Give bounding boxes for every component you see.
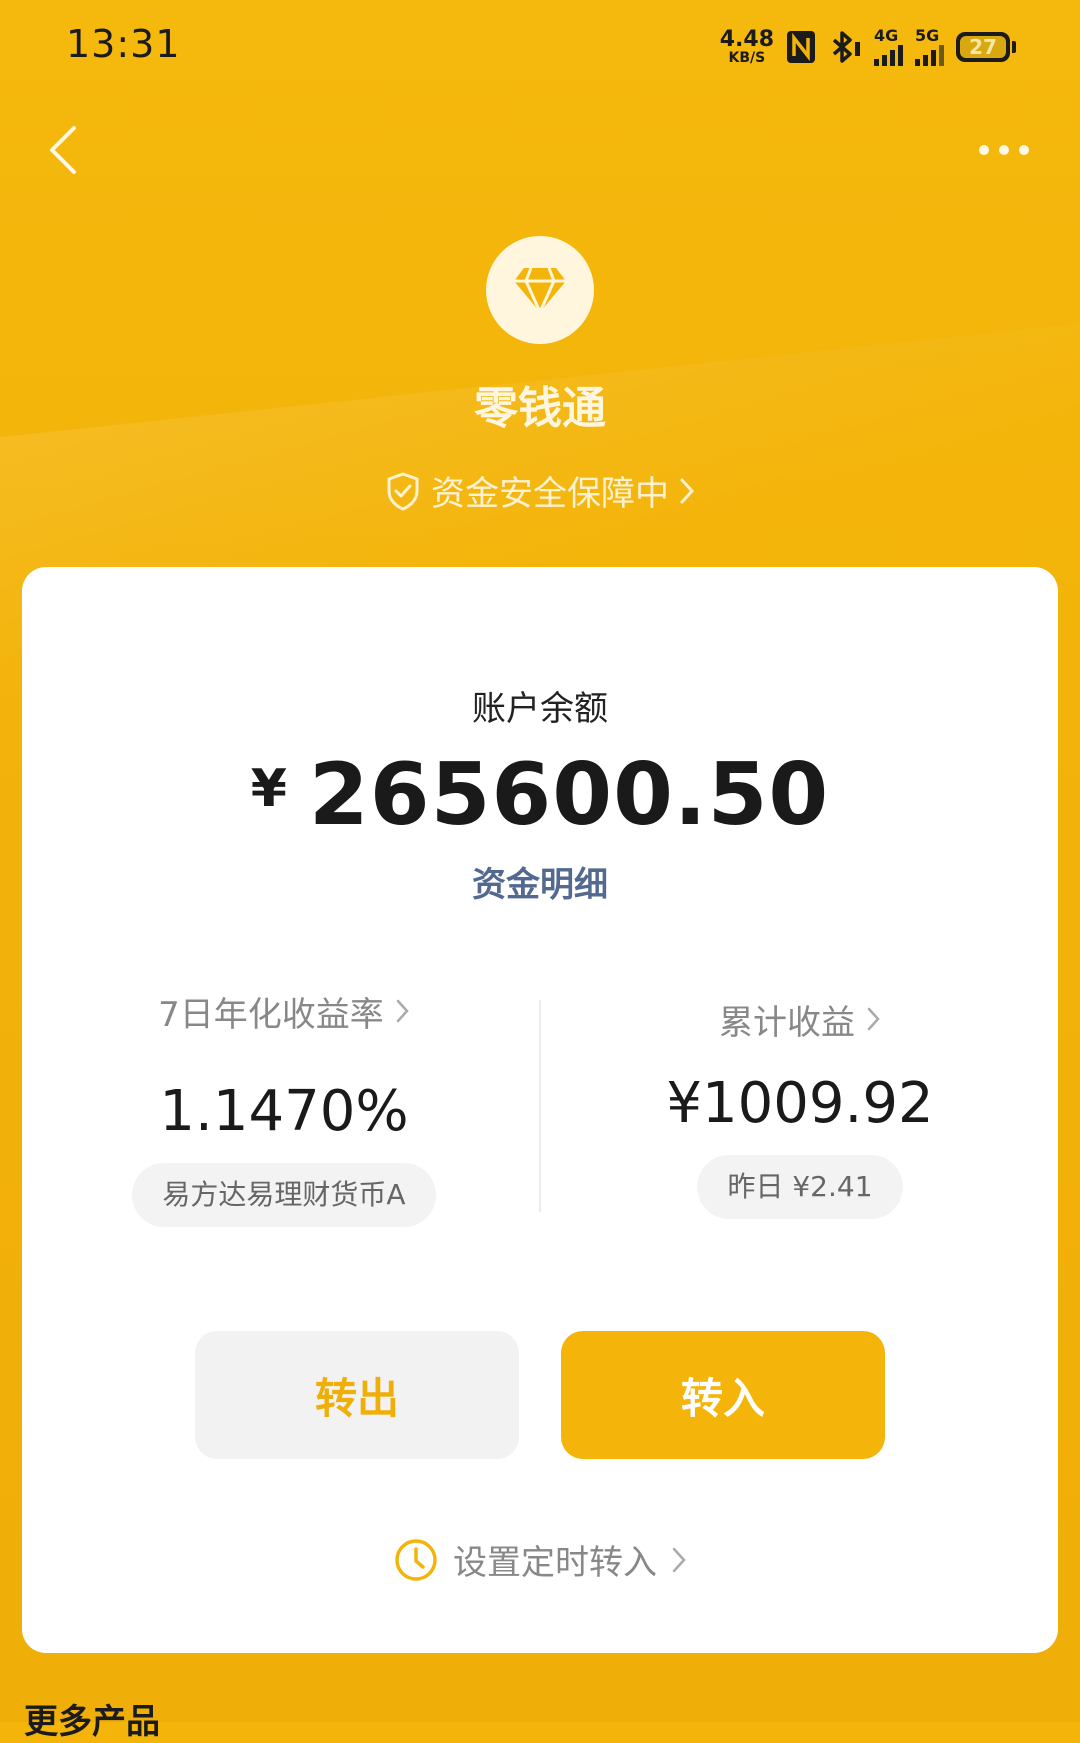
yield-stat: 7日年化收益率 1.1470% 易方达易理财货币A: [74, 987, 494, 1227]
balance-label: 账户余额: [472, 689, 608, 729]
earnings-title: 累计收益: [719, 1002, 855, 1043]
nfc-icon: [787, 31, 815, 63]
chevron-right-icon: [867, 1007, 880, 1031]
balance-amount: ¥ 265600.50: [22, 745, 1058, 845]
bluetooth-icon: [832, 31, 860, 63]
signal-4g: 4G: [874, 28, 903, 66]
signal-5g-bars: [915, 44, 944, 66]
balance-card: 账户余额 ¥ 265600.50 资金明细 7日年化收益率 1.1470% 易方…: [22, 567, 1058, 1653]
signal-4g-bars: [874, 44, 903, 66]
battery-icon: 27: [956, 32, 1010, 62]
yield-title-link[interactable]: 7日年化收益率: [74, 987, 494, 1035]
chevron-right-icon: [396, 999, 409, 1023]
chevron-right-icon: [672, 1547, 686, 1572]
fund-safety-text: 资金安全保障中: [431, 474, 669, 514]
yield-title: 7日年化收益率: [158, 994, 384, 1035]
yesterday-earnings-badge: 昨日 ¥2.41: [697, 1155, 903, 1219]
status-time: 13:31: [66, 22, 181, 66]
balance-value: 265600.50: [308, 745, 830, 845]
net-speed-value: 4.48: [719, 27, 774, 52]
more-dots-icon: [979, 145, 1029, 155]
diamond-icon: [514, 267, 566, 314]
scheduled-transfer-text: 设置定时转入: [453, 1543, 657, 1583]
fund-name-badge[interactable]: 易方达易理财货币A: [132, 1163, 436, 1227]
more-options-button[interactable]: [964, 120, 1044, 180]
fund-safety-link[interactable]: 资金安全保障中: [0, 466, 1080, 515]
chevron-right-icon: [680, 478, 695, 503]
more-products-heading: 更多产品: [24, 1702, 160, 1742]
earnings-stat: 累计收益 ¥1009.92 昨日 ¥2.41: [590, 987, 1010, 1219]
signal-5g: 5G: [915, 28, 944, 66]
net-speed: 4.48 KB/S: [719, 27, 774, 66]
clock-icon: [395, 1538, 437, 1581]
shield-check-icon: [387, 472, 419, 510]
signal-5g-label: 5G: [915, 26, 940, 45]
status-bar: 13:31 4.48 KB/S 4G 5G 27: [0, 0, 1080, 96]
back-button[interactable]: [30, 110, 94, 190]
stat-divider: [539, 1000, 541, 1212]
fund-detail-link[interactable]: 资金明细: [22, 857, 1058, 906]
battery-tip: [1012, 41, 1016, 53]
net-speed-unit: KB/S: [728, 50, 766, 66]
earnings-value: ¥1009.92: [666, 1071, 934, 1136]
earnings-title-link[interactable]: 累计收益: [590, 995, 1010, 1043]
chevron-left-icon: [50, 126, 76, 174]
transfer-out-button[interactable]: 转出: [195, 1331, 519, 1459]
currency-symbol: ¥: [250, 759, 287, 819]
product-logo: [486, 236, 594, 344]
status-icons: 4.48 KB/S 4G 5G 27: [720, 24, 1016, 70]
product-name: 零钱通: [474, 383, 606, 434]
transfer-in-button[interactable]: 转入: [561, 1331, 885, 1459]
scheduled-transfer-link[interactable]: 设置定时转入: [22, 1535, 1058, 1584]
signal-4g-label: 4G: [874, 26, 899, 45]
battery-level: 27: [969, 35, 997, 59]
yield-value: 1.1470%: [159, 1079, 409, 1144]
